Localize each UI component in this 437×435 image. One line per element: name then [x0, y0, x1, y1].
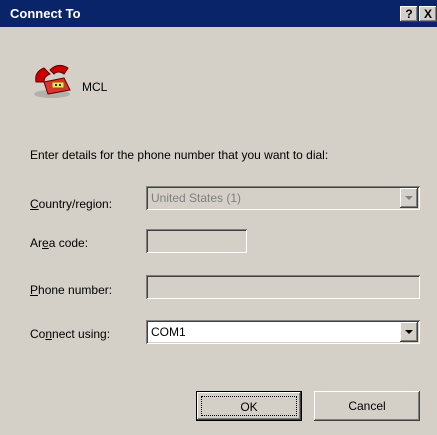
area-label-prefix: Ar	[30, 236, 42, 250]
connect-to-dialog: Connect To ? X MCL Enter details for the…	[0, 0, 437, 435]
telephone-icon	[34, 64, 71, 98]
country-region-label: Country/region:	[30, 197, 112, 211]
country-region-dropdown[interactable]: United States (1)	[146, 186, 420, 210]
phone-label-rest: hone number:	[38, 283, 113, 297]
ok-button[interactable]: OK	[196, 391, 302, 421]
country-label-key: C	[30, 197, 39, 211]
connection-name: MCL	[82, 80, 108, 94]
chevron-down-icon	[405, 196, 413, 200]
phone-label-key: P	[30, 283, 39, 297]
help-button[interactable]: ?	[400, 6, 418, 22]
connect-label-rest: nect using:	[52, 327, 111, 341]
title-bar[interactable]: Connect To ? X	[0, 0, 437, 27]
connect-dropdown-button[interactable]	[400, 322, 418, 342]
connect-using-dropdown[interactable]: COM1	[146, 320, 420, 344]
connect-using-value: COM1	[151, 325, 186, 339]
chevron-down-icon	[405, 330, 413, 334]
phone-number-label: Phone number:	[30, 283, 112, 297]
window-title: Connect To	[10, 6, 81, 21]
instructions-text: Enter details for the phone number that …	[30, 148, 329, 162]
focus-rect	[201, 396, 297, 416]
cancel-button[interactable]: Cancel	[314, 391, 420, 421]
area-code-field[interactable]	[146, 229, 247, 253]
cancel-label: Cancel	[348, 399, 386, 413]
phone-number-field[interactable]	[146, 275, 420, 299]
area-code-label: Area code:	[30, 236, 88, 250]
country-label-rest: ountry/region:	[38, 197, 113, 211]
close-button[interactable]: X	[419, 6, 437, 22]
country-region-value: United States (1)	[151, 191, 242, 205]
country-dropdown-button[interactable]	[400, 188, 418, 208]
area-label-key: e	[42, 236, 49, 250]
area-label-rest: a code:	[48, 236, 89, 250]
connect-label-prefix: Co	[30, 327, 46, 341]
connect-using-label: Connect using:	[30, 327, 110, 341]
